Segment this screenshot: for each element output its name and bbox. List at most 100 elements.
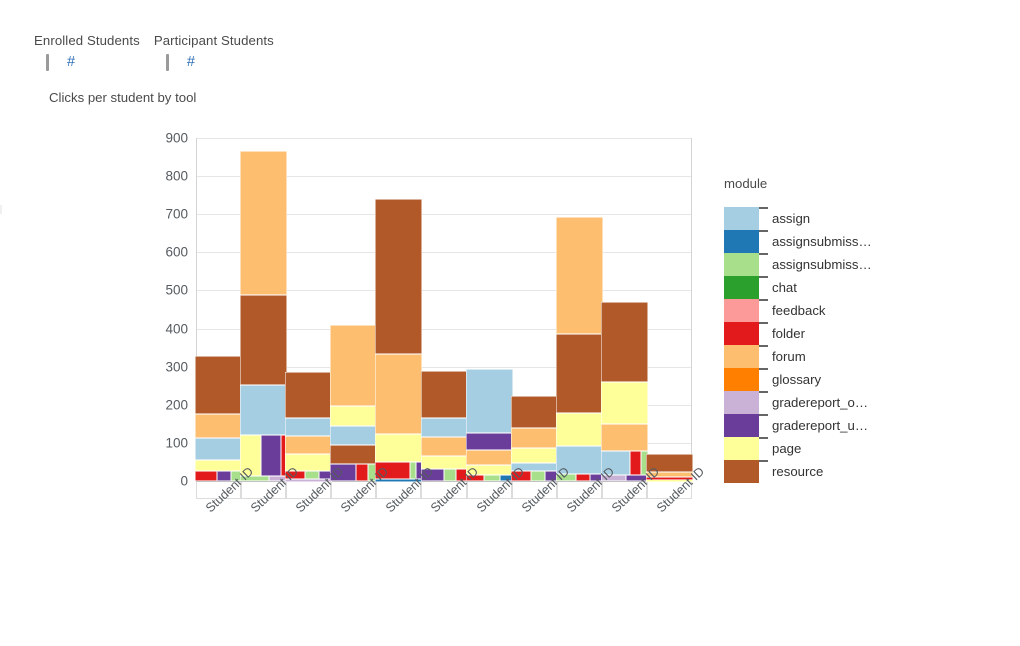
bar-segment[interactable] [330,444,378,464]
legend-item[interactable]: gradereport_o… [724,391,872,414]
legend-item-label: chat [772,280,797,295]
legend-item[interactable]: assignsubmiss… [724,253,872,276]
bar-segment[interactable] [420,370,468,419]
legend-connector-icon [759,345,768,347]
legend-connector-icon [759,437,768,439]
bar-segment[interactable] [375,353,423,434]
bar-segment[interactable] [510,396,558,429]
legend-item-label: assign [772,211,811,226]
bar-segment[interactable] [330,325,378,406]
y-axis-tick-label: 800 [165,168,188,184]
legend-connector-icon [759,207,768,209]
bar-segment[interactable] [465,450,513,465]
legend-item[interactable]: assign [724,207,872,230]
y-axis-tick-label: 900 [165,130,188,146]
legend-item[interactable]: page [724,437,872,460]
bar-segment[interactable] [420,437,468,457]
bar-segment[interactable] [555,334,603,413]
legend-item-label: forum [772,349,806,364]
legend-connector-icon [759,391,768,393]
legend-swatch [724,368,759,391]
legend-title: module [724,176,768,191]
bar-segment[interactable] [465,368,513,434]
legend-item[interactable]: folder [724,322,872,345]
legend-item-label: resource [772,464,824,479]
legend-item[interactable]: chat [724,276,872,299]
legend-swatch [724,253,759,276]
y-axis-tick-label: 0 [180,473,188,489]
legend-connector-icon [759,253,768,255]
bar-segment[interactable] [555,412,603,447]
bar-segment[interactable] [555,216,603,335]
legend-connector-icon [759,322,768,324]
bar-segment[interactable] [305,471,319,480]
legend-item-label: gradereport_o… [772,395,869,410]
legend-item[interactable]: assignsubmiss… [724,230,872,253]
bar-segment[interactable] [195,471,217,481]
bar-segment[interactable] [531,471,545,481]
bar-segment[interactable] [484,475,501,481]
legend-item-label: folder [772,326,805,341]
bar-segment[interactable] [285,371,333,419]
legend-item[interactable]: feedback [724,299,872,322]
bar-segment[interactable] [600,382,648,425]
bar-segment[interactable] [420,418,468,438]
legend-item[interactable]: resource [724,460,872,483]
legend-swatch [724,391,759,414]
legend-swatch [724,437,759,460]
legend-swatch [724,414,759,437]
bar-segment[interactable] [240,384,288,435]
bar-segment[interactable] [629,450,642,475]
legend-item-label: assignsubmiss… [772,234,872,249]
legend-connector-icon [759,299,768,301]
bar-segment[interactable] [600,424,648,451]
legend-items: assign assignsubmiss… assignsubmiss… chat fe… [724,207,872,483]
legend-item[interactable]: gradereport_u… [724,414,872,437]
y-axis-tick-label: 500 [165,282,188,298]
legend-swatch [724,276,759,299]
bar-segment[interactable] [240,295,288,385]
bar-segment[interactable] [195,413,243,439]
legend-item-label: page [772,441,802,456]
bar-segment[interactable] [510,448,558,464]
bar-segment[interactable] [195,355,243,414]
legend-item-label: glossary [772,372,822,387]
legend-module: module assign assignsubmiss… assignsubmiss… [724,176,872,483]
bar-segment[interactable] [330,405,378,426]
bar-segment[interactable] [330,425,378,445]
bar-segment[interactable] [261,434,282,477]
legend-item[interactable]: forum [724,345,872,368]
legend-swatch [724,299,759,322]
bar-segment[interactable] [375,198,423,354]
bar-segment[interactable] [285,418,333,437]
y-axis-tick-label: 600 [165,244,188,260]
y-axis-tick-label: 700 [165,206,188,222]
legend-item[interactable]: glossary [724,368,872,391]
y-axis-tick-label: 100 [165,435,188,451]
bar-segment[interactable] [240,150,288,295]
legend-connector-icon [759,460,768,462]
legend-connector-icon [759,368,768,370]
y-axis-tick-label: 400 [165,321,188,337]
legend-connector-icon [759,414,768,416]
legend-item-label: gradereport_u… [772,418,869,433]
bar-segment[interactable] [465,433,513,451]
legend-swatch [724,230,759,253]
legend-swatch [724,322,759,345]
legend-item-label: feedback [772,303,826,318]
bar-segment[interactable] [600,301,648,383]
legend-swatch [724,207,759,230]
legend-swatch [724,460,759,483]
y-axis-tick-label: 300 [165,359,188,375]
legend-connector-icon [759,230,768,232]
y-axis-tick-label: 200 [165,397,188,413]
legend-item-label: assignsubmiss… [772,257,872,272]
bar-segment[interactable] [195,438,243,461]
legend-connector-icon [759,276,768,278]
bar-segment[interactable] [285,436,333,454]
legend-swatch [724,345,759,368]
bar-segment[interactable] [510,428,558,449]
bar-segment[interactable] [375,433,423,463]
bar-segment[interactable] [575,473,591,481]
bar-segment[interactable] [195,460,243,472]
